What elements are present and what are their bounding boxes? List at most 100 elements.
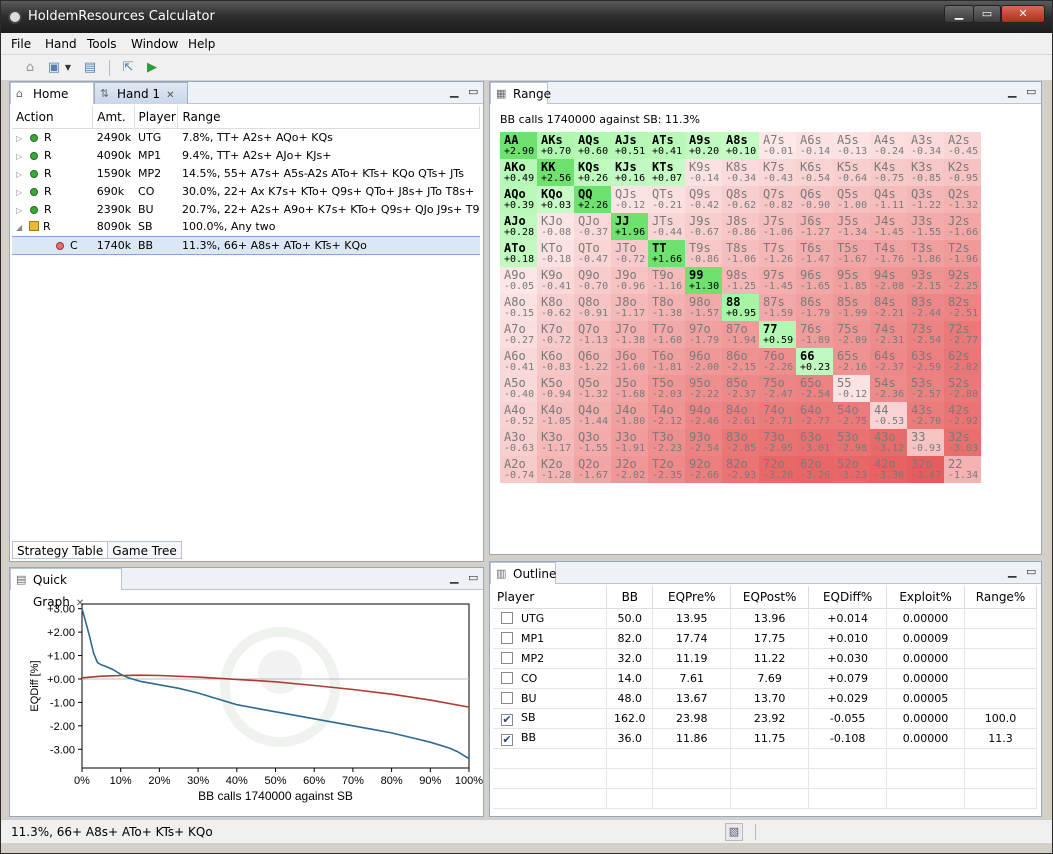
hand-cell-86o[interactable]: 86o -2.15 [722,348,759,375]
hand-cell-A4s[interactable]: A4s -0.24 [870,132,907,159]
hand-cell-Q7s[interactable]: Q7s -0.82 [759,186,796,213]
player-checkbox[interactable] [501,631,513,644]
hand-cell-88[interactable]: 88 +0.95 [722,294,759,321]
hand-cell-K8o[interactable]: K8o -0.62 [537,294,574,321]
hand-cell-QJo[interactable]: QJo -0.37 [574,213,611,240]
hand-cell-T4s[interactable]: T4s -1.76 [870,240,907,267]
maximize-view-icon[interactable]: ▭ [468,85,478,98]
hand-cell-Q9o[interactable]: Q9o -0.70 [574,267,611,294]
hand-cell-K8s[interactable]: K8s -0.34 [722,159,759,186]
table-row[interactable]: ✔ SB 162.0 23.98 23.92 -0.055 0.00000 100.0 [493,708,1037,729]
hand-cell-98s[interactable]: 98s -1.25 [722,267,759,294]
hand-cell-T8s[interactable]: T8s -1.06 [722,240,759,267]
export-icon[interactable]: ⇱ [119,59,137,77]
player-checkbox[interactable] [501,651,513,664]
hand-cell-J5o[interactable]: J5o -1.68 [611,375,648,402]
hand-cell-63s[interactable]: 63s -2.59 [907,348,944,375]
hand-cell-K7o[interactable]: K7o -0.72 [537,321,574,348]
table-row[interactable]: ▷ R 1590k MP2 14.5%, 55+ A7s+ A5s-A2s ATo+ K… [12,164,480,182]
hand-cell-Q2o[interactable]: Q2o -1.67 [574,456,611,483]
hand-cell-A8s[interactable]: A8s +0.10 [722,132,759,159]
table-row[interactable]: MP2 32.0 11.19 11.22 +0.030 0.00000 [493,648,1037,669]
import-icon[interactable]: ▤ [81,59,99,77]
hand-cell-72o[interactable]: 72o -3.20 [759,456,796,483]
hand-cell-77[interactable]: 77 +0.59 [759,321,796,348]
col-range[interactable]: Range% [964,586,1037,609]
hand-cell-73o[interactable]: 73o -2.95 [759,429,796,456]
hand-cell-55[interactable]: 55 -0.12 [833,375,870,402]
minimize-view-icon[interactable]: ▁ [1008,565,1016,578]
hand-cell-75o[interactable]: 75o -2.47 [759,375,796,402]
hand-cell-74s[interactable]: 74s -2.31 [870,321,907,348]
close-button[interactable]: ✕ [1001,5,1045,23]
hand-cell-Q2s[interactable]: Q2s -1.32 [944,186,981,213]
col-bb[interactable]: BB [606,586,654,609]
minimize-view-icon[interactable]: ▁ [1008,85,1016,98]
col-range[interactable]: Range [177,106,480,129]
hand-cell-T7s[interactable]: T7s -1.26 [759,240,796,267]
hand-cell-92o[interactable]: 92o -2.66 [685,456,722,483]
hand-cell-A2s[interactable]: A2s -0.45 [944,132,981,159]
hand-cell-84o[interactable]: 84o -2.61 [722,402,759,429]
menu-window[interactable]: Window [131,37,178,51]
table-row[interactable]: ◢ R 8090k SB 100.0%, Any two [12,218,480,236]
hand-cell-52s[interactable]: 52s -2.80 [944,375,981,402]
hand-cell-63o[interactable]: 63o -3.01 [796,429,833,456]
hand-cell-A5o[interactable]: A5o -0.40 [500,375,537,402]
col-player[interactable]: Player [493,586,608,609]
dropdown-arrow-icon[interactable]: ▼ [63,59,73,77]
hand-cell-42o[interactable]: 42o -3.36 [870,456,907,483]
col-exploit[interactable]: Exploit% [886,586,965,609]
hand-cell-A5s[interactable]: A5s -0.13 [833,132,870,159]
close-tab-icon[interactable]: ✕ [166,90,174,101]
table-row[interactable]: ✔ BB 36.0 11.86 11.75 -0.108 0.00000 11.3 [493,728,1037,749]
hand-cell-J2o[interactable]: J2o -2.02 [611,456,648,483]
hand-cell-T4o[interactable]: T4o -2.12 [648,402,685,429]
hand-cell-22[interactable]: 22 -1.34 [944,456,981,483]
tab-strategy-table[interactable]: Strategy Table [12,541,109,559]
player-checkbox[interactable] [501,691,513,704]
hand-cell-65s[interactable]: 65s -2.16 [833,348,870,375]
hand-cell-96s[interactable]: 96s -1.65 [796,267,833,294]
hand-cell-87s[interactable]: 87s -1.59 [759,294,796,321]
hand-cell-J8o[interactable]: J8o -1.17 [611,294,648,321]
hand-cell-T5s[interactable]: T5s -1.67 [833,240,870,267]
hand-cell-J9s[interactable]: J9s -0.67 [685,213,722,240]
hand-cell-K2s[interactable]: K2s -0.95 [944,159,981,186]
minimize-button[interactable]: ▁ [944,5,974,23]
hand-cell-KJs[interactable]: KJs +0.16 [611,159,648,186]
hand-cell-AKs[interactable]: AKs +0.70 [537,132,574,159]
hand-cell-62o[interactable]: 62o -3.26 [796,456,833,483]
hand-cell-76s[interactable]: 76s -1.89 [796,321,833,348]
hand-cell-QJs[interactable]: QJs -0.12 [611,186,648,213]
maximize-view-icon[interactable]: ▭ [1026,85,1036,98]
hand-cell-T6s[interactable]: T6s -1.47 [796,240,833,267]
hand-cell-J7o[interactable]: J7o -1.38 [611,321,648,348]
hand-cell-KK[interactable]: KK +2.56 [537,159,574,186]
hand-cell-94s[interactable]: 94s -2.08 [870,267,907,294]
hand-cell-64o[interactable]: 64o -2.77 [796,402,833,429]
hand-cell-K6o[interactable]: K6o -0.83 [537,348,574,375]
hand-cell-ATo[interactable]: ATo +0.18 [500,240,537,267]
maximize-view-icon[interactable]: ▭ [468,571,478,584]
maximize-button[interactable]: ▭ [973,5,1001,23]
hand-cell-ATs[interactable]: ATs +0.41 [648,132,685,159]
col-eqdiff[interactable]: EQDiff% [808,586,888,609]
hand-cell-K6s[interactable]: K6s -0.54 [796,159,833,186]
expand-icon[interactable]: ▷ [16,206,26,215]
hand-cell-JJ[interactable]: JJ +1.96 [611,213,648,240]
hand-cell-KJo[interactable]: KJo -0.08 [537,213,574,240]
hand-cell-J4o[interactable]: J4o -1.80 [611,402,648,429]
hand-cell-93o[interactable]: 93o -2.54 [685,429,722,456]
hand-cell-95s[interactable]: 95s -1.85 [833,267,870,294]
hand-cell-Q4o[interactable]: Q4o -1.44 [574,402,611,429]
hand-cell-J8s[interactable]: J8s -0.86 [722,213,759,240]
tab-range[interactable]: ▦ Range [490,82,551,104]
hand-cell-92s[interactable]: 92s -2.25 [944,267,981,294]
hand-cell-53s[interactable]: 53s -2.57 [907,375,944,402]
hand-cell-K4o[interactable]: K4o -1.05 [537,402,574,429]
hand-cell-Q5s[interactable]: Q5s -1.00 [833,186,870,213]
col-player[interactable]: Player [134,106,179,129]
hand-cell-33[interactable]: 33 -0.93 [907,429,944,456]
menu-hand[interactable]: Hand [45,37,77,51]
